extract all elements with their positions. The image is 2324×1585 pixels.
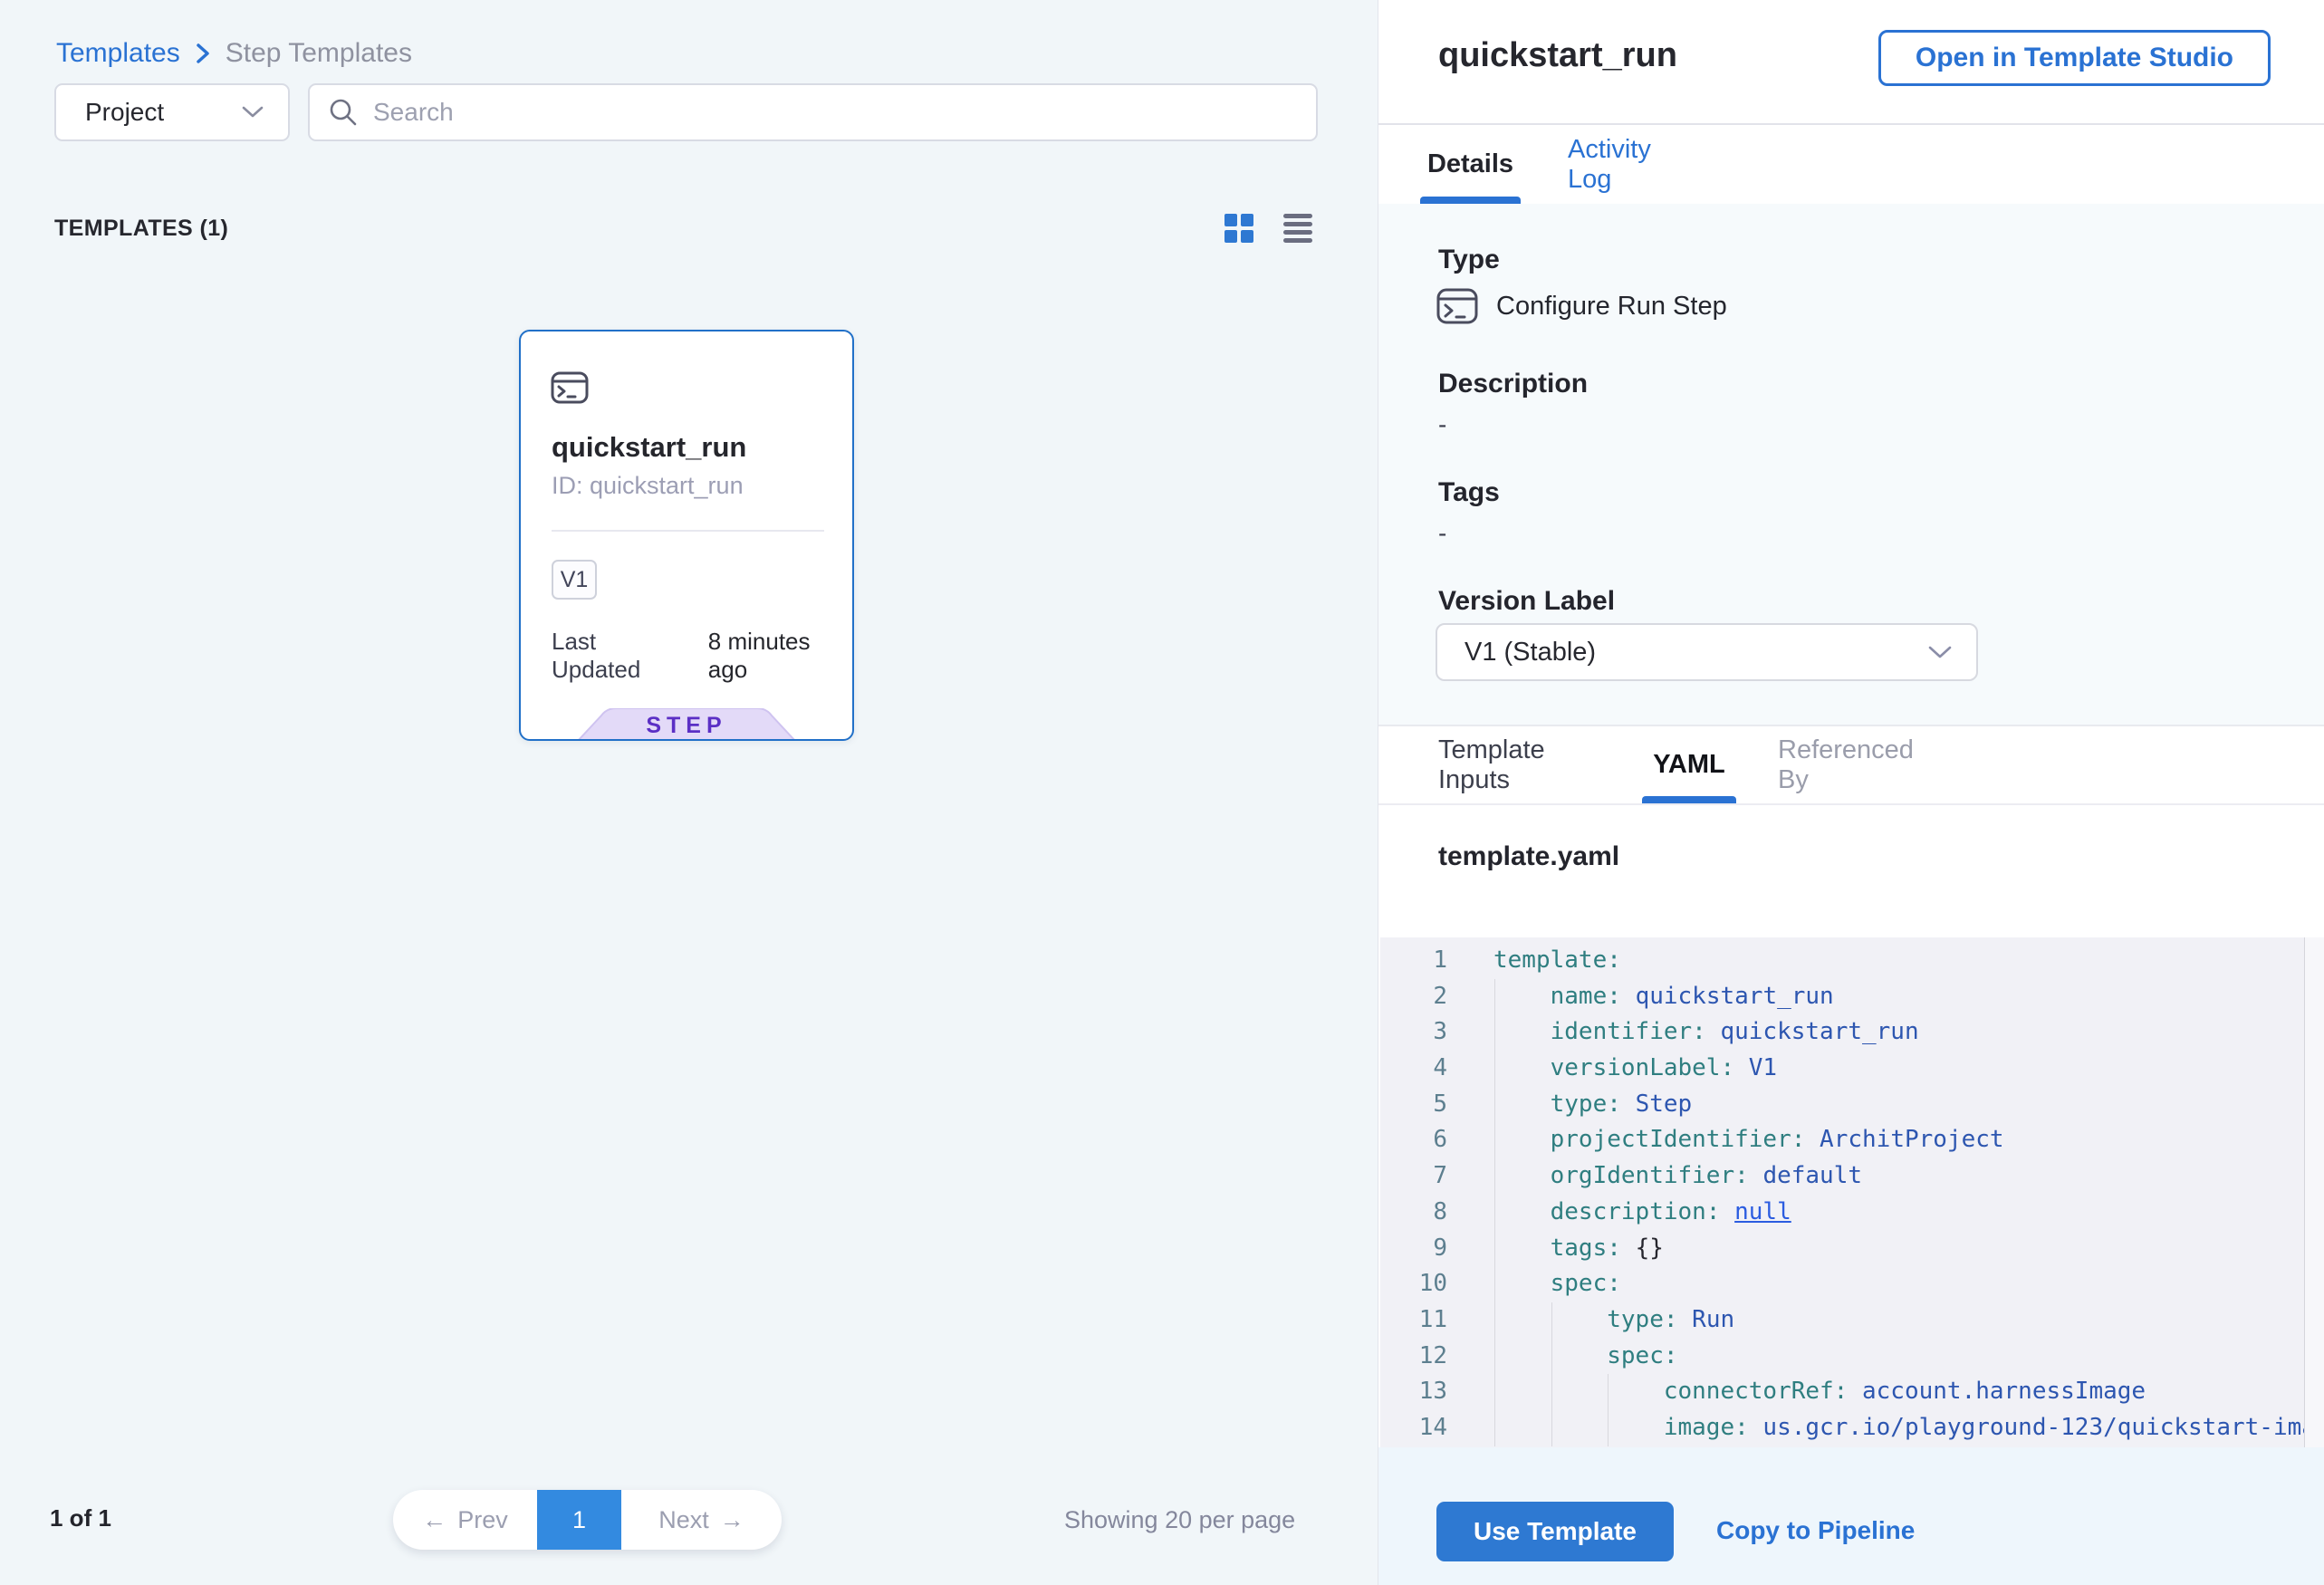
- code-scrollbar[interactable]: [2304, 937, 2324, 1447]
- template-details-panel: quickstart_run Open in Template Studio D…: [1378, 0, 2324, 1585]
- list-view-icon[interactable]: [1283, 214, 1312, 243]
- tab-activity-log[interactable]: Activity Log: [1568, 125, 1689, 204]
- version-badge: V1: [552, 560, 597, 600]
- type-label: Type: [1438, 245, 1500, 275]
- yaml-line: 6 projectIdentifier: ArchitProject: [1380, 1122, 2324, 1158]
- yaml-line: 4 versionLabel: V1: [1380, 1051, 2324, 1087]
- tab-template-inputs[interactable]: Template Inputs: [1438, 726, 1605, 803]
- terminal-icon: [1436, 288, 1478, 324]
- yaml-tab-bar: Template Inputs YAML Referenced By: [1378, 725, 2324, 805]
- use-template-button[interactable]: Use Template: [1436, 1502, 1674, 1561]
- yaml-line: 13 connectorRef: account.harnessImage: [1380, 1374, 2324, 1410]
- yaml-file-header: template.yaml: [1378, 805, 2324, 937]
- chevron-down-icon: [1927, 645, 1953, 660]
- scope-select-value: Project: [85, 98, 164, 127]
- template-card[interactable]: quickstart_run ID: quickstart_run V1 Las…: [519, 330, 854, 741]
- yaml-code-viewer[interactable]: 1template:2 name: quickstart_run3 identi…: [1380, 937, 2324, 1447]
- template-card-id: ID: quickstart_run: [552, 472, 744, 500]
- yaml-line: 3 identifier: quickstart_run: [1380, 1014, 2324, 1051]
- tab-yaml[interactable]: YAML: [1642, 726, 1736, 803]
- prev-label: Prev: [457, 1506, 508, 1534]
- description-label: Description: [1438, 369, 1588, 399]
- yaml-line: 5 type: Step: [1380, 1087, 2324, 1123]
- templates-page: Templates Step Templates Project TEMPLAT…: [0, 0, 2324, 1585]
- templates-count-header: TEMPLATES (1): [54, 216, 228, 242]
- template-card-name: quickstart_run: [552, 431, 746, 464]
- tags-value: -: [1438, 519, 1446, 548]
- arrow-right-icon: →: [720, 1506, 744, 1534]
- template-title: quickstart_run: [1438, 36, 1677, 75]
- version-label: Version Label: [1438, 586, 1615, 617]
- details-header: quickstart_run Open in Template Studio: [1378, 0, 2324, 123]
- version-select-value: V1 (Stable): [1465, 638, 1596, 668]
- yaml-code-lines: 1template:2 name: quickstart_run3 identi…: [1380, 943, 2324, 1446]
- last-updated-label: Last Updated: [552, 628, 688, 684]
- search-icon: [328, 97, 359, 128]
- type-value: Configure Run Step: [1496, 292, 1727, 322]
- details-tab-bar: Details Activity Log: [1378, 123, 2324, 204]
- copy-to-pipeline-link[interactable]: Copy to Pipeline: [1716, 1516, 1915, 1545]
- type-value-row: Configure Run Step: [1436, 288, 1727, 324]
- chevron-down-icon: [241, 105, 264, 120]
- yaml-line: 9 tags: {}: [1380, 1231, 2324, 1267]
- page-summary: 1 of 1: [50, 1504, 111, 1532]
- last-updated-row: Last Updated 8 minutes ago: [552, 628, 852, 684]
- tab-referenced-by[interactable]: Referenced By: [1778, 726, 1930, 803]
- breadcrumb-current: Step Templates: [226, 38, 412, 69]
- grid-view-icon[interactable]: [1224, 214, 1253, 243]
- template-list-panel: Templates Step Templates Project TEMPLAT…: [0, 0, 1378, 1585]
- search-box: [308, 83, 1318, 141]
- yaml-file-name: template.yaml: [1438, 841, 1619, 872]
- breadcrumb-templates-link[interactable]: Templates: [56, 38, 180, 69]
- yaml-line: 7 orgIdentifier: default: [1380, 1158, 2324, 1195]
- yaml-line: 8 description: null: [1380, 1195, 2324, 1231]
- last-updated-value: 8 minutes ago: [708, 628, 852, 684]
- view-toggles: [1224, 214, 1312, 243]
- yaml-line: 11 type: Run: [1380, 1302, 2324, 1339]
- prev-page-button[interactable]: ← Prev: [393, 1490, 537, 1550]
- yaml-line: 14 image: us.gcr.io/playground-123/quick…: [1380, 1410, 2324, 1446]
- scope-select[interactable]: Project: [54, 83, 290, 141]
- tab-details[interactable]: Details: [1420, 125, 1521, 204]
- current-page-button[interactable]: 1: [537, 1490, 621, 1550]
- open-in-template-studio-button[interactable]: Open in Template Studio: [1878, 30, 2271, 86]
- next-label: Next: [658, 1506, 709, 1534]
- yaml-line: 1template:: [1380, 943, 2324, 979]
- card-divider: [552, 530, 824, 532]
- search-input[interactable]: [373, 98, 1298, 127]
- pagination: ← Prev 1 Next →: [393, 1490, 782, 1550]
- next-page-button[interactable]: Next →: [621, 1490, 782, 1550]
- tags-label: Tags: [1438, 477, 1500, 508]
- breadcrumb-chevron-icon: [193, 40, 213, 67]
- step-type-ribbon: STEP: [578, 708, 795, 741]
- yaml-line: 2 name: quickstart_run: [1380, 979, 2324, 1015]
- yaml-line: 12 spec:: [1380, 1339, 2324, 1375]
- terminal-icon: [551, 371, 589, 404]
- details-section: Type Configure Run Step Description - Ta…: [1378, 204, 2324, 725]
- description-value: -: [1438, 410, 1446, 439]
- per-page-label: Showing 20 per page: [1064, 1506, 1295, 1534]
- version-select[interactable]: V1 (Stable): [1436, 623, 1978, 681]
- arrow-left-icon: ←: [422, 1506, 447, 1534]
- yaml-line: 10 spec:: [1380, 1266, 2324, 1302]
- step-type-ribbon-label: STEP: [578, 713, 795, 739]
- breadcrumb: Templates Step Templates: [56, 36, 412, 71]
- details-footer: Use Template Copy to Pipeline: [1378, 1447, 2324, 1585]
